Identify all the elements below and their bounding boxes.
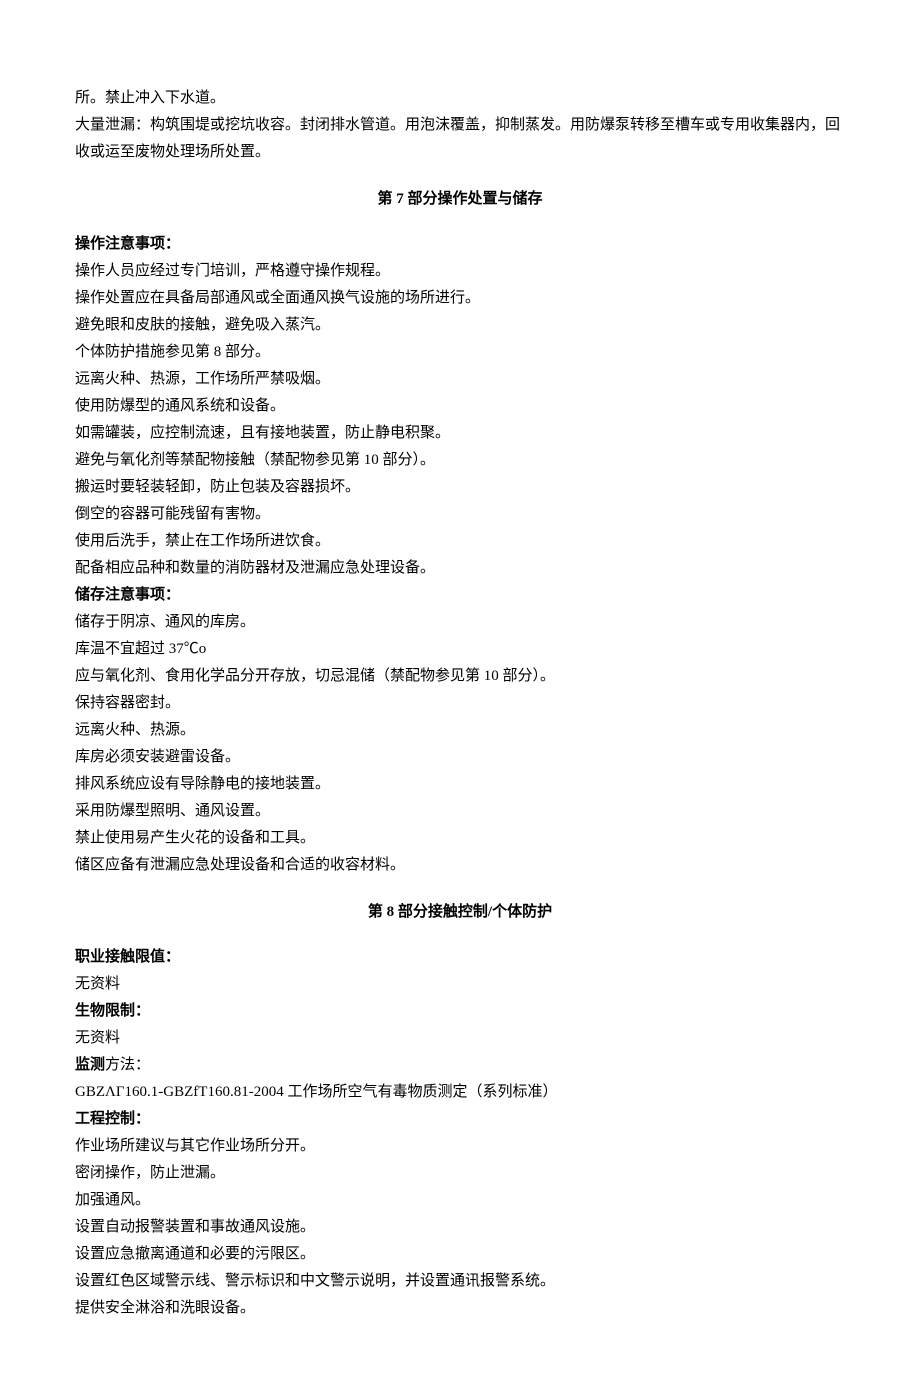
- ops-item: 操作人员应经过专门培训，严格遵守操作规程。: [75, 258, 845, 285]
- ops-item: 避免与氧化剂等禁配物接触（禁配物参见第 10 部分）。: [75, 447, 845, 474]
- store-item: 库房必须安装避雷设备。: [75, 744, 845, 771]
- monitor-label: 监测方法：: [75, 1052, 845, 1079]
- monitor-label-prefix: 监测: [75, 1057, 105, 1073]
- ops-item: 避免眼和皮肤的接触，避免吸入蒸汽。: [75, 312, 845, 339]
- ops-item: 操作处置应在具备局部通风或全面通风换气设施的场所进行。: [75, 285, 845, 312]
- store-item: 库温不宜超过 37℃o: [75, 636, 845, 663]
- monitor-label-suffix: 方法：: [105, 1057, 150, 1073]
- ops-label: 操作注意事项：: [75, 231, 845, 258]
- eng-item: 设置应急撤离通道和必要的污限区。: [75, 1241, 845, 1268]
- bio-label: 生物限制：: [75, 998, 845, 1025]
- store-item: 排风系统应设有导除静电的接地装置。: [75, 771, 845, 798]
- store-item: 保持容器密封。: [75, 690, 845, 717]
- store-item: 应与氧化剂、食用化学品分开存放，切忌混储（禁配物参见第 10 部分）。: [75, 663, 845, 690]
- eng-label: 工程控制：: [75, 1106, 845, 1133]
- eng-item: 加强通风。: [75, 1187, 845, 1214]
- ops-item: 倒空的容器可能残留有害物。: [75, 501, 845, 528]
- eng-item: 设置自动报警装置和事故通风设施。: [75, 1214, 845, 1241]
- ops-item: 个体防护措施参见第 8 部分。: [75, 339, 845, 366]
- bio-value: 无资料: [75, 1025, 845, 1052]
- eng-item: 设置红色区域警示线、警示标识和中文警示说明，并设置通讯报警系统。: [75, 1268, 845, 1295]
- store-item: 储存于阴凉、通风的库房。: [75, 609, 845, 636]
- ops-item: 使用后洗手，禁止在工作场所进饮食。: [75, 528, 845, 555]
- section-8-heading: 第 8 部分接触控制/个体防护: [75, 899, 845, 926]
- occ-value: 无资料: [75, 971, 845, 998]
- eng-item: 提供安全淋浴和洗眼设备。: [75, 1295, 845, 1322]
- occ-label: 职业接触限值：: [75, 944, 845, 971]
- store-item: 禁止使用易产生火花的设备和工具。: [75, 825, 845, 852]
- ops-item: 搬运时要轻装轻卸，防止包装及容器损坏。: [75, 474, 845, 501]
- ops-item: 配备相应品种和数量的消防器材及泄漏应急处理设备。: [75, 555, 845, 582]
- eng-item: 作业场所建议与其它作业场所分开。: [75, 1133, 845, 1160]
- store-item: 远离火种、热源。: [75, 717, 845, 744]
- intro-line-1: 所。禁止冲入下水道。: [75, 85, 845, 112]
- store-label: 储存注意事项：: [75, 582, 845, 609]
- ops-item: 远离火种、热源，工作场所严禁吸烟。: [75, 366, 845, 393]
- store-item: 储区应备有泄漏应急处理设备和合适的收容材料。: [75, 852, 845, 879]
- ops-item: 如需罐装，应控制流速，且有接地装置，防止静电积聚。: [75, 420, 845, 447]
- intro-line-2: 大量泄漏：构筑围堤或挖坑收容。封闭排水管道。用泡沫覆盖，抑制蒸发。用防爆泵转移至…: [75, 112, 845, 166]
- monitor-value: GBZΛΓ160.1-GBZfT160.81-2004 工作场所空气有毒物质测定…: [75, 1079, 845, 1106]
- store-item: 采用防爆型照明、通风设置。: [75, 798, 845, 825]
- eng-item: 密闭操作，防止泄漏。: [75, 1160, 845, 1187]
- ops-item: 使用防爆型的通风系统和设备。: [75, 393, 845, 420]
- section-7-heading: 第 7 部分操作处置与储存: [75, 186, 845, 213]
